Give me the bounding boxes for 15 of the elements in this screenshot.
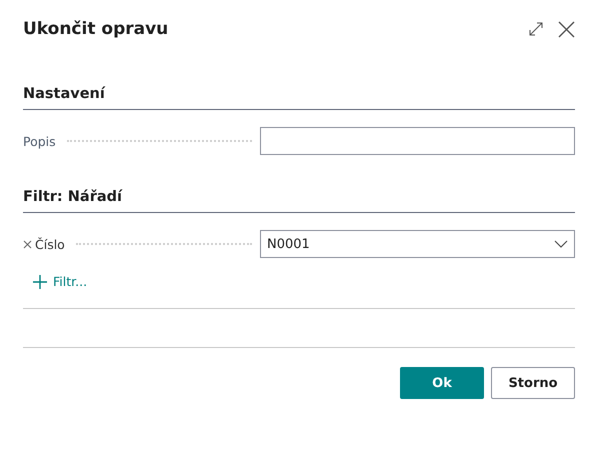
ok-button[interactable]: Ok bbox=[400, 367, 484, 399]
field-label: Číslo bbox=[35, 236, 65, 252]
close-icon[interactable] bbox=[558, 20, 575, 38]
remove-filter-icon[interactable] bbox=[23, 240, 32, 248]
add-filter-link[interactable]: Filtr... bbox=[33, 274, 88, 289]
dropdown-field[interactable]: N0001 bbox=[260, 230, 575, 258]
expand-icon[interactable] bbox=[528, 21, 544, 37]
section-heading: Nastavení bbox=[23, 86, 575, 110]
cancel-button[interactable]: Storno bbox=[491, 367, 575, 399]
input-field[interactable] bbox=[260, 127, 575, 155]
plus-icon bbox=[33, 274, 47, 288]
field-label: Popis bbox=[23, 134, 56, 148]
dialog-title: Ukončit opravu bbox=[23, 19, 168, 39]
section-heading: Filtr: Nářadí bbox=[23, 189, 575, 213]
chevron-down-icon bbox=[554, 240, 568, 248]
